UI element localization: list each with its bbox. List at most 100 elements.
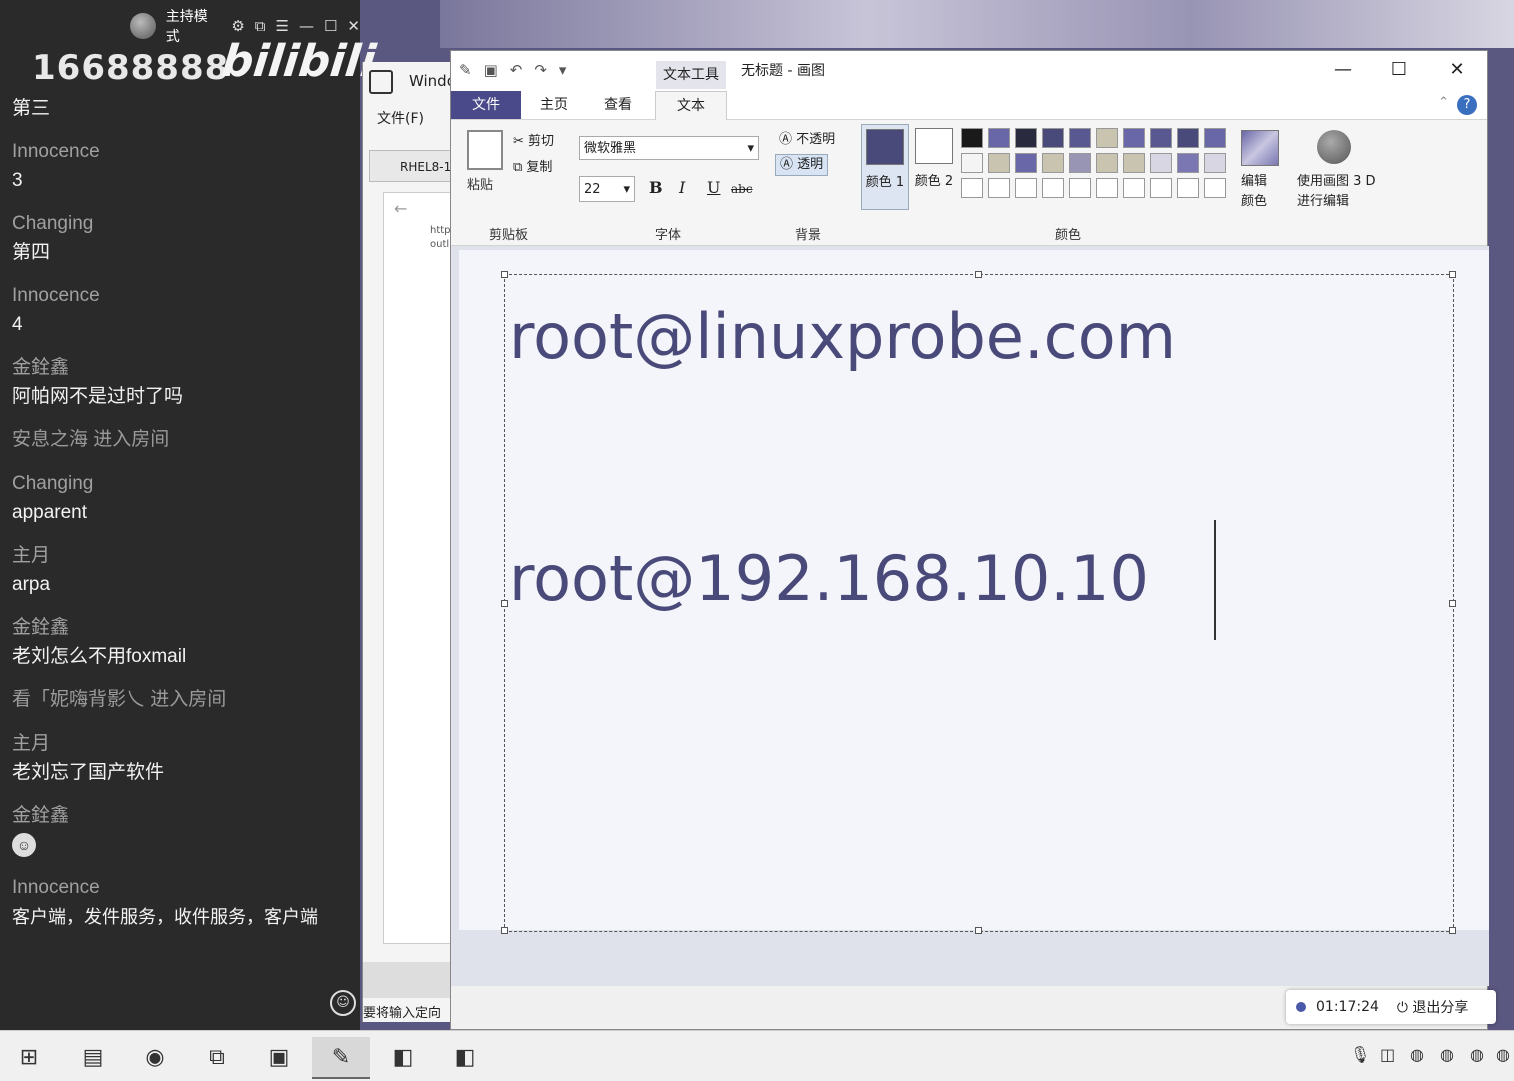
tab-view[interactable]: 查看: [591, 91, 645, 119]
resize-handle[interactable]: [501, 927, 508, 934]
edit-colors-button[interactable]: 编辑颜色: [1241, 172, 1277, 212]
resize-handle[interactable]: [501, 271, 508, 278]
paint-3d-button[interactable]: 使用画图 3 D 进行编辑: [1297, 172, 1377, 212]
save-icon[interactable]: ▣: [484, 61, 498, 79]
paste-button[interactable]: 粘贴: [467, 174, 493, 193]
color-2-button[interactable]: 颜色 2: [911, 124, 957, 208]
palette-color-swatch[interactable]: [1069, 178, 1091, 198]
palette-color-swatch[interactable]: [961, 153, 983, 173]
palette-color-swatch[interactable]: [1123, 128, 1145, 148]
avatar[interactable]: [130, 13, 156, 39]
palette-color-swatch[interactable]: [1015, 178, 1037, 198]
vm-window-icon[interactable]: ◧: [374, 1037, 432, 1077]
close-icon[interactable]: ✕: [1437, 59, 1477, 80]
maximize-icon[interactable]: ☐: [1379, 59, 1419, 80]
emoji-picker-icon[interactable]: ☺: [330, 990, 356, 1016]
file-explorer-icon[interactable]: ▤: [64, 1037, 122, 1077]
palette-color-swatch[interactable]: [1150, 128, 1172, 148]
tab-text[interactable]: 文本: [655, 91, 727, 120]
resize-handle[interactable]: [501, 600, 508, 607]
bold-button[interactable]: B: [649, 178, 663, 197]
resize-handle[interactable]: [975, 271, 982, 278]
tray-app-icon[interactable]: ◍: [1496, 1045, 1510, 1064]
cut-button[interactable]: ✂ 剪切: [513, 130, 554, 149]
vm-manager-icon[interactable]: ⧉: [188, 1037, 246, 1077]
tray-app-icon[interactable]: ◫: [1380, 1045, 1395, 1064]
tab-file[interactable]: 文件: [451, 91, 521, 119]
palette-color-swatch[interactable]: [1042, 128, 1064, 148]
paint-app-icon[interactable]: ✎: [459, 61, 472, 79]
palette-color-swatch[interactable]: [1015, 128, 1037, 148]
palette-color-swatch[interactable]: [1015, 153, 1037, 173]
palette-color-swatch[interactable]: [1204, 128, 1226, 148]
minimize-icon[interactable]: —: [1323, 59, 1363, 80]
menu-icon[interactable]: ☰: [276, 17, 289, 35]
resize-handle[interactable]: [1449, 927, 1456, 934]
palette-color-swatch[interactable]: [1069, 128, 1091, 148]
chat-message: 金銓鑫 老刘怎么不用foxmail: [12, 613, 357, 671]
maximize-icon[interactable]: ☐: [324, 17, 337, 35]
palette-color-swatch[interactable]: [1177, 153, 1199, 173]
customize-dropdown-icon[interactable]: ▾: [559, 61, 567, 79]
palette-color-swatch[interactable]: [1042, 153, 1064, 173]
windows-start-icon[interactable]: ⊞: [0, 1037, 58, 1077]
palette-color-swatch[interactable]: [1150, 153, 1172, 173]
font-size-select[interactable]: 22 ▾: [579, 176, 635, 202]
palette-color-swatch[interactable]: [1042, 178, 1064, 198]
tab-home[interactable]: 主页: [527, 91, 581, 119]
palette-color-swatch[interactable]: [988, 153, 1010, 173]
settings-icon[interactable]: ⚙: [231, 17, 244, 35]
paint-taskbar-icon[interactable]: ✎: [312, 1037, 370, 1079]
palette-color-swatch[interactable]: [1096, 128, 1118, 148]
tray-app-icon[interactable]: ◍: [1470, 1045, 1484, 1064]
tab-rhel8[interactable]: RHEL8-1: [369, 150, 459, 182]
palette-color-swatch[interactable]: [1177, 178, 1199, 198]
font-family-select[interactable]: 微软雅黑 ▾: [579, 136, 759, 160]
back-arrow-icon[interactable]: ←: [384, 193, 460, 224]
transparent-option[interactable]: Ⓐ 透明: [775, 154, 829, 176]
palette-color-swatch[interactable]: [1096, 153, 1118, 173]
font-group-label: 字体: [655, 228, 682, 243]
edit-colors-icon[interactable]: [1241, 130, 1279, 166]
palette-color-swatch[interactable]: [961, 178, 983, 198]
palette-color-swatch[interactable]: [988, 128, 1010, 148]
resize-handle[interactable]: [1449, 271, 1456, 278]
palette-color-swatch[interactable]: [1123, 178, 1145, 198]
tray-app-icon[interactable]: ◍: [1440, 1045, 1454, 1064]
popout-icon[interactable]: ⧉: [255, 17, 266, 35]
palette-color-swatch[interactable]: [1096, 178, 1118, 198]
underline-button[interactable]: U: [707, 178, 720, 197]
palette-color-swatch[interactable]: [988, 178, 1010, 198]
palette-color-swatch[interactable]: [1204, 153, 1226, 173]
paint-3d-icon[interactable]: [1317, 130, 1351, 164]
minimize-icon[interactable]: —: [299, 17, 314, 35]
background-vm-window[interactable]: Windo 文件(F) RHEL8-1 ← http outl 要将输入定向: [362, 62, 461, 1022]
file-menu[interactable]: 文件(F): [377, 108, 424, 128]
drawing-canvas[interactable]: root@linuxprobe.com root@192.168.10.10: [459, 250, 1489, 934]
paste-icon[interactable]: [467, 130, 503, 170]
color-1-button[interactable]: 颜色 1: [861, 124, 909, 210]
palette-color-swatch[interactable]: [1204, 178, 1226, 198]
palette-color-swatch[interactable]: [1177, 128, 1199, 148]
palette-color-swatch[interactable]: [1069, 153, 1091, 173]
palette-color-swatch[interactable]: [1150, 178, 1172, 198]
vm-window-icon[interactable]: ◧: [436, 1037, 494, 1077]
undo-icon[interactable]: ↶: [510, 61, 523, 79]
exit-share-button[interactable]: ⏻ 退出分享: [1397, 997, 1469, 1017]
palette-color-swatch[interactable]: [1123, 153, 1145, 173]
strikethrough-button[interactable]: abc: [731, 182, 753, 196]
italic-button[interactable]: I: [679, 178, 685, 197]
media-player-icon[interactable]: ▣: [250, 1037, 308, 1077]
redo-icon[interactable]: ↷: [534, 61, 547, 79]
resize-handle[interactable]: [1449, 600, 1456, 607]
opaque-option[interactable]: Ⓐ 不透明: [775, 130, 839, 150]
resize-handle[interactable]: [975, 927, 982, 934]
microphone-icon[interactable]: 🎙: [1350, 1045, 1370, 1064]
chrome-icon[interactable]: ◉: [126, 1037, 184, 1077]
palette-color-swatch[interactable]: [961, 128, 983, 148]
help-icon[interactable]: ?: [1457, 95, 1477, 115]
copy-button[interactable]: ⧉ 复制: [513, 156, 552, 175]
collapse-ribbon-icon[interactable]: ⌃: [1438, 95, 1449, 110]
tray-app-icon[interactable]: ◍: [1410, 1045, 1424, 1064]
close-icon[interactable]: ✕: [347, 17, 360, 35]
